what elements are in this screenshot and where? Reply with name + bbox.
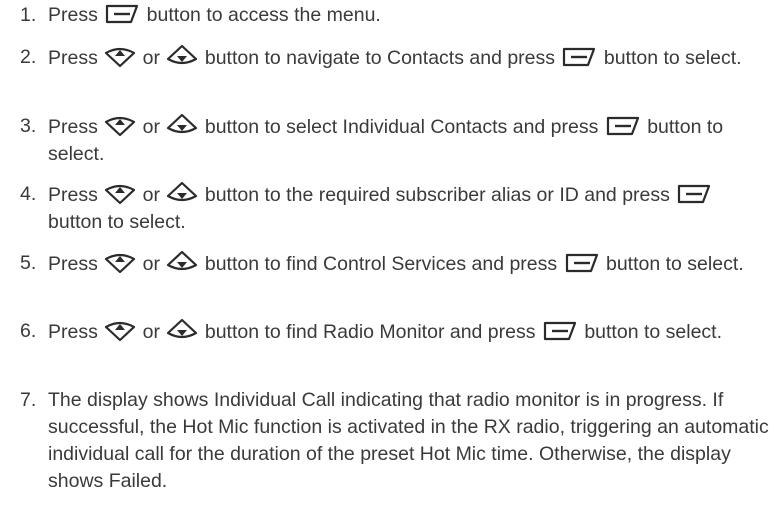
step-text: The display shows Individual Call indica…: [48, 387, 772, 495]
step-text-segment: button to find Radio Monitor and press: [199, 321, 541, 343]
step-text: Press or button to navigate to Contacts …: [48, 44, 772, 72]
menu-ok-button-icon: [541, 320, 579, 342]
step-text-segment: button to access the menu.: [141, 4, 381, 26]
step-item: 4. Press or button to the required subscr…: [20, 181, 772, 236]
navigation-down-button-icon: [165, 113, 199, 137]
step-number: 5.: [20, 252, 37, 274]
menu-ok-button-icon: [675, 183, 713, 205]
step-text-segment: Press: [48, 4, 104, 26]
navigation-up-button-icon: [103, 181, 137, 205]
step-number: 1.: [20, 4, 37, 26]
step-text-segment: Press: [48, 47, 104, 69]
step-text-segment: button to find Control Services and pres…: [199, 253, 563, 275]
navigation-down-button-icon: [165, 250, 199, 274]
navigation-up-button-icon: [103, 44, 137, 68]
step-number: 3.: [20, 115, 37, 137]
step-text: Press button to access the menu.: [48, 2, 772, 29]
step-text-segment: Press: [48, 321, 104, 343]
step-item: 5. Press or button to find Control Servic…: [20, 250, 772, 278]
step-text-segment: button to select.: [600, 253, 744, 275]
step-text-segment: Press: [48, 116, 104, 138]
step-item: 7. The display shows Individual Call indi…: [20, 387, 772, 495]
step-text: Press or button to select Individual Con…: [48, 113, 772, 168]
navigation-up-button-icon: [103, 318, 137, 342]
step-text-segment: button to select.: [48, 211, 186, 233]
step-item: 3. Press or button to select Individual C…: [20, 113, 772, 168]
step-number: 7.: [20, 389, 37, 411]
step-item: 2. Press or button to navigate to Contact…: [20, 44, 772, 72]
step-text-segment: The display shows Individual Call indica…: [48, 389, 769, 492]
step-text: Press or button to find Control Services…: [48, 250, 772, 278]
step-text-segment: button to navigate to Contacts and press: [199, 47, 561, 69]
step-item: 6. Press or button to find Radio Monitor …: [20, 318, 772, 346]
step-text-segment: or: [137, 116, 166, 138]
step-text-segment: button to select.: [598, 47, 742, 69]
navigation-down-button-icon: [165, 318, 199, 342]
menu-ok-button-icon: [103, 3, 141, 25]
step-item: 1. Press button to access the menu.: [20, 2, 772, 29]
step-text: Press or button to the required subscrib…: [48, 181, 772, 236]
step-text-segment: or: [137, 184, 166, 206]
step-text-segment: button to the required subscriber alias …: [199, 184, 676, 206]
step-number: 2.: [20, 46, 37, 68]
menu-ok-button-icon: [604, 115, 642, 137]
instruction-steps: 1. Press button to access the menu. 2. Pres…: [0, 0, 780, 508]
navigation-down-button-icon: [165, 44, 199, 68]
navigation-down-button-icon: [165, 181, 199, 205]
step-text-segment: button to select Individual Contacts and…: [199, 116, 604, 138]
navigation-up-button-icon: [103, 250, 137, 274]
step-text-segment: button to select.: [578, 321, 722, 343]
step-number: 6.: [20, 320, 37, 342]
navigation-up-button-icon: [103, 113, 137, 137]
step-number: 4.: [20, 183, 37, 205]
menu-ok-button-icon: [563, 252, 601, 274]
menu-ok-button-icon: [560, 46, 598, 68]
step-text: Press or button to find Radio Monitor an…: [48, 318, 772, 346]
step-text-segment: Press: [48, 184, 104, 206]
step-text-segment: or: [137, 321, 166, 343]
step-text-segment: or: [137, 47, 166, 69]
step-text-segment: Press: [48, 253, 104, 275]
step-text-segment: or: [137, 253, 166, 275]
